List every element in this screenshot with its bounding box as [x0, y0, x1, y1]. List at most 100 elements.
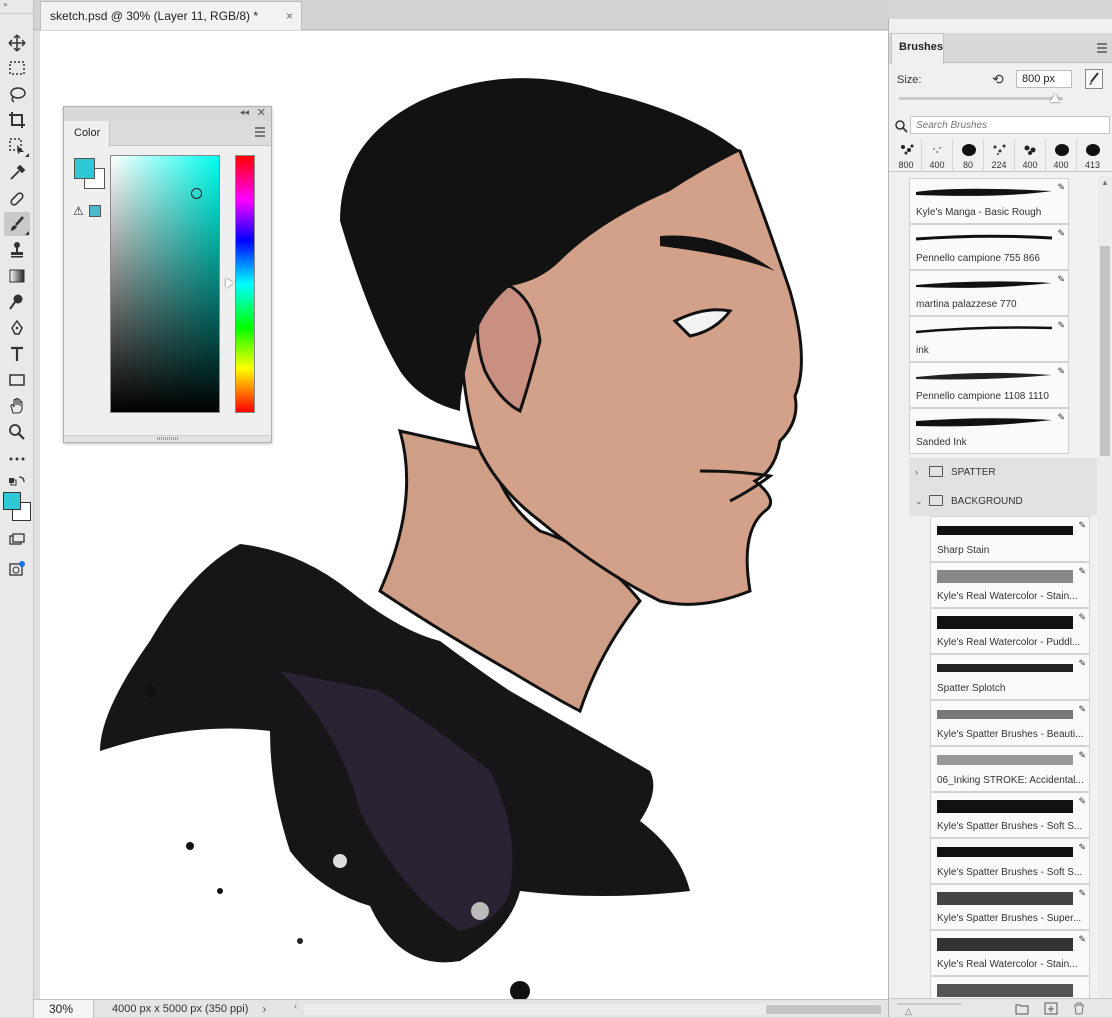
stamp-tool-icon[interactable]	[4, 238, 30, 262]
trash-icon[interactable]	[1072, 1002, 1086, 1015]
recent-brush[interactable]: 224	[984, 139, 1015, 171]
close-panel-icon[interactable]: ✕	[257, 106, 266, 119]
folder-icon	[929, 495, 943, 506]
collapse-panel-icon[interactable]: ◂◂	[240, 107, 249, 118]
brush-preset[interactable]: ✎ Kyle's Manga - Basic Rough	[909, 178, 1069, 224]
scrollbar-thumb[interactable]	[1100, 246, 1110, 456]
brush-preset[interactable]: ✎ Kyle's Real Watercolor - Stain...	[930, 930, 1090, 976]
hand-tool-icon[interactable]	[4, 394, 30, 418]
ink-splat	[186, 842, 194, 850]
brush-list: ✎ Kyle's Manga - Basic Rough ✎ Pennello …	[889, 176, 1097, 998]
scroll-up-icon[interactable]: ▲	[1101, 178, 1109, 187]
healing-tool-icon[interactable]	[4, 187, 30, 211]
color-panel-titlebar[interactable]: ◂◂ ✕	[64, 107, 271, 121]
brush-group-background[interactable]: ⌄ BACKGROUND	[909, 487, 1097, 516]
ink-splat	[333, 854, 347, 868]
burn-tool-icon[interactable]	[4, 290, 30, 314]
tab-brushes[interactable]: Brushes	[891, 33, 944, 64]
preview-size-handle[interactable]: △	[905, 1006, 912, 1017]
brush-preset[interactable]	[930, 976, 1090, 998]
foreground-swatch[interactable]	[74, 158, 95, 179]
size-input[interactable]: 800 px	[1016, 70, 1072, 88]
panel-menu-icon[interactable]	[1097, 43, 1107, 55]
brush-pen-icon: ✎	[1057, 412, 1065, 422]
lasso-tool-icon[interactable]	[4, 83, 30, 107]
recent-brushes-row: 800 400 80 224 400 400 413	[889, 138, 1112, 172]
brush-list-scrollbar[interactable]: ▲	[1098, 176, 1112, 998]
zoom-level-input[interactable]: 30%	[34, 999, 94, 1018]
reset-size-icon[interactable]: ⟲	[992, 71, 1004, 88]
brush-preset[interactable]: ✎ Kyle's Spatter Brushes - Soft S...	[930, 838, 1090, 884]
more-tools-icon[interactable]	[4, 447, 30, 471]
object-select-tool-icon[interactable]	[4, 134, 30, 158]
tab-color[interactable]: Color	[64, 121, 110, 147]
recent-brush[interactable]: 800	[891, 139, 922, 171]
recent-brush[interactable]: 80	[953, 139, 984, 171]
ink-splat	[510, 981, 530, 999]
brush-preset[interactable]: ✎ Sanded Ink	[909, 408, 1069, 454]
color-picker-cursor[interactable]	[191, 188, 202, 199]
brush-preset[interactable]: ✎ 06_Inking STROKE: Accidental...	[930, 746, 1090, 792]
hue-slider[interactable]	[235, 155, 255, 413]
brush-pen-icon: ✎	[1078, 796, 1086, 806]
brush-tool-icon[interactable]	[4, 212, 30, 236]
scrollbar-thumb[interactable]	[766, 1005, 881, 1014]
pen-tool-icon[interactable]	[4, 316, 30, 340]
close-tab-icon[interactable]: ×	[286, 9, 293, 23]
brush-preset[interactable]: ✎ martina palazzese 770	[909, 270, 1069, 316]
scroll-left-icon[interactable]: ‹	[294, 1001, 297, 1012]
recent-brush[interactable]: 400	[1015, 139, 1046, 171]
screen-mode-icon[interactable]	[4, 528, 30, 552]
tools-panel: »	[0, 0, 34, 1017]
zoom-tool-icon[interactable]	[4, 420, 30, 444]
panel-resize-grip[interactable]	[64, 435, 271, 442]
document-tab[interactable]: sketch.psd @ 30% (Layer 11, RGB/8) * ×	[40, 1, 302, 30]
swap-colors-icon[interactable]	[4, 470, 30, 494]
brush-preset[interactable]: ✎ Pennello campione 755 866	[909, 224, 1069, 270]
marquee-tool-icon[interactable]	[4, 56, 30, 80]
brush-preset[interactable]: ✎ ink	[909, 316, 1069, 362]
chevron-right-icon[interactable]: ›	[915, 458, 918, 487]
brush-preset[interactable]: ✎ Kyle's Spatter Brushes - Beauti...	[930, 700, 1090, 746]
brush-group-spatter[interactable]: › SPATTER	[909, 458, 1097, 487]
size-slider[interactable]	[899, 94, 1063, 102]
brush-preset[interactable]: ✎ Kyle's Real Watercolor - Stain...	[930, 562, 1090, 608]
quick-mask-icon[interactable]	[4, 557, 30, 581]
brush-preset[interactable]: ✎ Kyle's Real Watercolor - Puddl...	[930, 608, 1090, 654]
brushes-panel: Brushes Size: ⟲ 800 px 800 400 80 224 40…	[888, 19, 1112, 1017]
saturation-value-field[interactable]	[110, 155, 220, 413]
foreground-color-swatch[interactable]	[3, 492, 21, 510]
tools-grip-icon[interactable]: »	[0, 0, 33, 14]
brush-pen-icon: ✎	[1078, 566, 1086, 576]
new-brush-icon[interactable]	[1044, 1002, 1058, 1015]
brush-preset[interactable]: ✎ Sharp Stain	[930, 516, 1090, 562]
brush-preset[interactable]: ✎ Pennello campione 1108 1110	[909, 362, 1069, 408]
search-brushes-input[interactable]	[910, 116, 1110, 134]
gradient-tool-icon[interactable]	[4, 264, 30, 288]
document-tab-bar: sketch.psd @ 30% (Layer 11, RGB/8) * ×	[34, 0, 888, 30]
type-tool-icon[interactable]	[4, 342, 30, 366]
crop-tool-icon[interactable]	[4, 108, 30, 132]
search-icon	[895, 120, 908, 133]
panel-menu-icon[interactable]	[255, 127, 265, 137]
new-group-folder-icon[interactable]	[1015, 1002, 1029, 1015]
chevron-down-icon[interactable]: ⌄	[915, 487, 923, 516]
gamut-warning-icon[interactable]: ⚠	[73, 204, 84, 218]
brush-preset[interactable]: ✎ Kyle's Spatter Brushes - Super...	[930, 884, 1090, 930]
hue-slider-handle[interactable]	[226, 278, 233, 288]
eyedropper-tool-icon[interactable]	[4, 161, 30, 185]
recent-brush[interactable]: 413	[1077, 139, 1108, 171]
rectangle-tool-icon[interactable]	[4, 368, 30, 392]
gamut-swatch[interactable]	[89, 205, 101, 217]
brush-preset[interactable]: ✎ Spatter Splotch	[930, 654, 1090, 700]
recent-brush[interactable]: 400	[922, 139, 953, 171]
move-tool-icon[interactable]	[4, 31, 30, 55]
horizontal-scrollbar[interactable]	[304, 1004, 881, 1015]
status-menu-arrow-icon[interactable]: ›	[262, 1002, 266, 1016]
brush-preset[interactable]: ✎ Kyle's Spatter Brushes - Soft S...	[930, 792, 1090, 838]
recent-brush[interactable]: 400	[1046, 139, 1077, 171]
brush-settings-icon[interactable]	[1085, 69, 1103, 89]
preview-size-slider[interactable]	[897, 1003, 961, 1005]
size-slider-handle[interactable]	[1050, 94, 1060, 102]
color-panel: ◂◂ ✕ Color ⚠	[63, 106, 272, 443]
